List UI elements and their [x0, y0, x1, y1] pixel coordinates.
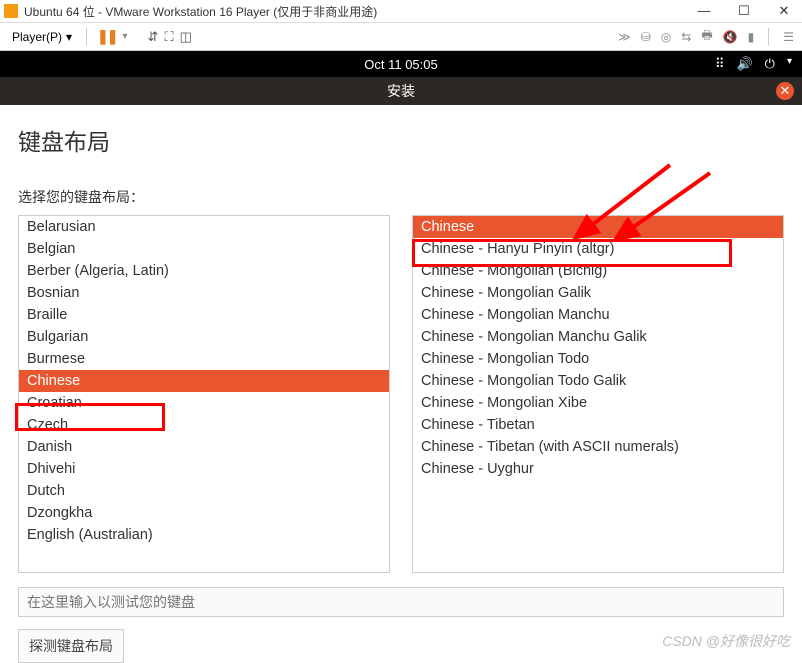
list-item[interactable]: Dhivehi: [19, 458, 389, 480]
player-label: Player(P): [12, 30, 62, 44]
chevron-down-icon[interactable]: ▾: [123, 31, 128, 42]
list-item[interactable]: Belarusian: [19, 216, 389, 238]
close-installer-button[interactable]: ✕: [776, 82, 794, 100]
printer-icon[interactable]: 🖶: [701, 26, 712, 47]
list-item[interactable]: Chinese - Mongolian Xibe: [413, 392, 783, 414]
list-item[interactable]: Braille: [19, 304, 389, 326]
list-item[interactable]: Bulgarian: [19, 326, 389, 348]
installer-title: 安装: [387, 81, 415, 101]
list-item[interactable]: English (Australian): [19, 524, 389, 546]
disk-icon[interactable]: ⛁: [641, 30, 651, 44]
fullscreen-icon[interactable]: ⛶: [164, 29, 173, 45]
list-item[interactable]: Dzongkha: [19, 502, 389, 524]
player-menu[interactable]: Player(P) ▾: [8, 28, 76, 46]
list-item[interactable]: Burmese: [19, 348, 389, 370]
list-item[interactable]: Chinese - Tibetan: [413, 414, 783, 436]
list-item[interactable]: Chinese - Mongolian Manchu Galik: [413, 326, 783, 348]
list-item[interactable]: Chinese - Mongolian Galik: [413, 282, 783, 304]
list-item[interactable]: Dutch: [19, 480, 389, 502]
close-button[interactable]: ✕: [770, 3, 798, 19]
vmware-icon: [4, 4, 18, 18]
list-item[interactable]: Chinese - Tibetan (with ASCII numerals): [413, 436, 783, 458]
keyboard-test-input[interactable]: [18, 587, 784, 617]
list-item[interactable]: Chinese - Mongolian Todo: [413, 348, 783, 370]
page-title: 键盘布局: [18, 123, 784, 157]
sound-icon[interactable]: 🔇: [723, 30, 738, 44]
network-icon[interactable]: ⠿: [715, 56, 725, 72]
keyboard-variant-list[interactable]: ChineseChinese - Hanyu Pinyin (altgr)Chi…: [412, 215, 784, 573]
vmware-toolbar: Player(P) ▾ ❚❚ ▾ ⇵ ⛶ ◫ ≫ ⛁ ◎ ⇆ 🖶 🔇 ▮ ☰: [0, 23, 802, 51]
installer-header: 安装 ✕: [0, 77, 802, 105]
detect-layout-button[interactable]: 探测键盘布局: [18, 629, 124, 663]
clock[interactable]: Oct 11 05:05: [364, 57, 437, 72]
list-item[interactable]: Danish: [19, 436, 389, 458]
chevron-down-icon[interactable]: ▾: [787, 56, 792, 72]
list-item[interactable]: Chinese - Mongolian (Bichig): [413, 260, 783, 282]
keyboard-language-list[interactable]: BelarusianBelgianBerber (Algeria, Latin)…: [18, 215, 390, 573]
usb-icon[interactable]: ▮: [748, 30, 755, 44]
volume-icon[interactable]: 🔊: [736, 56, 752, 72]
fast-forward-icon[interactable]: ≫: [618, 30, 631, 44]
power-icon[interactable]: ⏻: [765, 56, 775, 72]
list-item[interactable]: Chinese - Mongolian Manchu: [413, 304, 783, 326]
list-item[interactable]: Chinese - Uyghur: [413, 458, 783, 480]
ubuntu-topbar: Oct 11 05:05 ⠿ 🔊 ⏻ ▾: [0, 51, 802, 77]
list-item[interactable]: Belgian: [19, 238, 389, 260]
unity-icon[interactable]: ◫: [180, 29, 192, 45]
vmware-titlebar: Ubuntu 64 位 - VMware Workstation 16 Play…: [0, 0, 802, 23]
list-item[interactable]: Chinese - Mongolian Todo Galik: [413, 370, 783, 392]
cd-icon[interactable]: ◎: [661, 30, 671, 44]
list-item[interactable]: Bosnian: [19, 282, 389, 304]
list-item[interactable]: Croatian: [19, 392, 389, 414]
list-item[interactable]: Chinese: [413, 216, 783, 238]
list-item[interactable]: Chinese: [19, 370, 389, 392]
installer-body: 键盘布局 选择您的键盘布局： BelarusianBelgianBerber (…: [0, 105, 802, 663]
list-item[interactable]: Chinese - Hanyu Pinyin (altgr): [413, 238, 783, 260]
settings-icon[interactable]: ☰: [783, 30, 794, 44]
minimize-button[interactable]: —: [690, 3, 718, 19]
network-icon[interactable]: ⇆: [681, 30, 691, 44]
list-item[interactable]: Berber (Algeria, Latin): [19, 260, 389, 282]
window-title: Ubuntu 64 位 - VMware Workstation 16 Play…: [24, 3, 690, 20]
send-ctrl-alt-del-icon[interactable]: ⇵: [148, 29, 159, 45]
prompt-label: 选择您的键盘布局：: [18, 187, 784, 207]
chevron-down-icon: ▾: [66, 30, 72, 44]
list-item[interactable]: Czech: [19, 414, 389, 436]
pause-icon[interactable]: ❚❚: [97, 28, 116, 45]
maximize-button[interactable]: ☐: [730, 3, 758, 19]
